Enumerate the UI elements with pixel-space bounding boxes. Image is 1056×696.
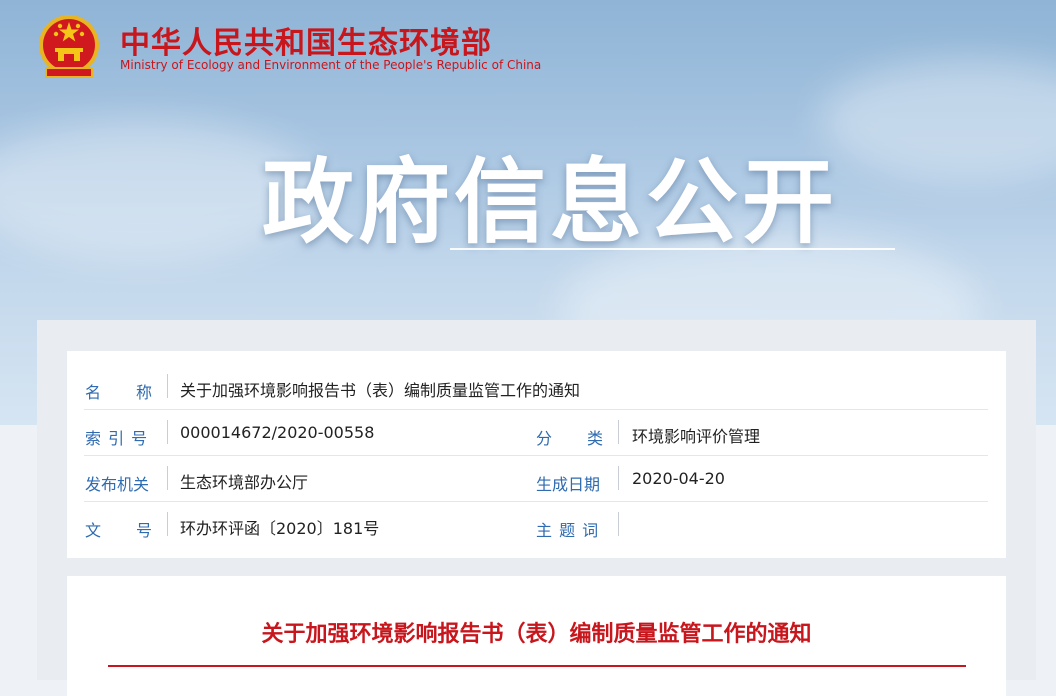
banner-underline xyxy=(450,248,895,250)
cloud-decoration xyxy=(820,60,1056,180)
docno-label: 文 号 xyxy=(85,521,154,540)
divider xyxy=(167,420,168,444)
site-name-cn[interactable]: 中华人民共和国生态环境部 xyxy=(120,18,492,62)
national-emblem-icon xyxy=(39,15,99,78)
issuer-value: 生态环境部办公厅 xyxy=(180,473,309,492)
divider xyxy=(618,420,619,444)
divider xyxy=(618,512,619,536)
docno-value: 环办环评函〔2020〕181号 xyxy=(180,519,380,538)
site-name-en[interactable]: Ministry of Ecology and Environment of t… xyxy=(120,58,541,72)
metadata-row-docno: 文 号 环办环评函〔2020〕181号 主 题 词 xyxy=(67,502,1006,548)
metadata-row-index: 索 引 号 000014672/2020-00558 分 类 环境影响评价管理 xyxy=(67,410,1006,456)
document-title: 关于加强环境影响报告书（表）编制质量监管工作的通知 xyxy=(261,622,812,647)
document-title-card: 关于加强环境影响报告书（表）编制质量监管工作的通知 xyxy=(67,576,1006,696)
category-value: 环境影响评价管理 xyxy=(632,427,761,446)
keywords-label: 主 题 词 xyxy=(536,521,600,540)
date-label: 生成日期 xyxy=(536,475,601,494)
banner-title: 政府信息公开 xyxy=(262,149,839,256)
metadata-table: 名 称 关于加强环境影响报告书（表）编制质量监管工作的通知 索 引 号 0000… xyxy=(67,351,1006,558)
name-value: 关于加强环境影响报告书（表）编制质量监管工作的通知 xyxy=(180,381,581,400)
divider xyxy=(167,512,168,536)
metadata-row-name: 名 称 关于加强环境影响报告书（表）编制质量监管工作的通知 xyxy=(67,364,1006,410)
issuer-label: 发布机关 xyxy=(85,475,150,494)
index-label: 索 引 号 xyxy=(85,429,149,448)
index-value: 000014672/2020-00558 xyxy=(180,423,375,442)
metadata-row-issuer: 发布机关 生态环境部办公厅 生成日期 2020-04-20 xyxy=(67,456,1006,502)
divider xyxy=(618,466,619,490)
divider xyxy=(167,374,168,398)
category-label: 分 类 xyxy=(536,429,605,448)
date-value: 2020-04-20 xyxy=(632,469,725,488)
title-rule xyxy=(108,665,966,667)
divider xyxy=(167,466,168,490)
name-label: 名 称 xyxy=(85,383,154,402)
